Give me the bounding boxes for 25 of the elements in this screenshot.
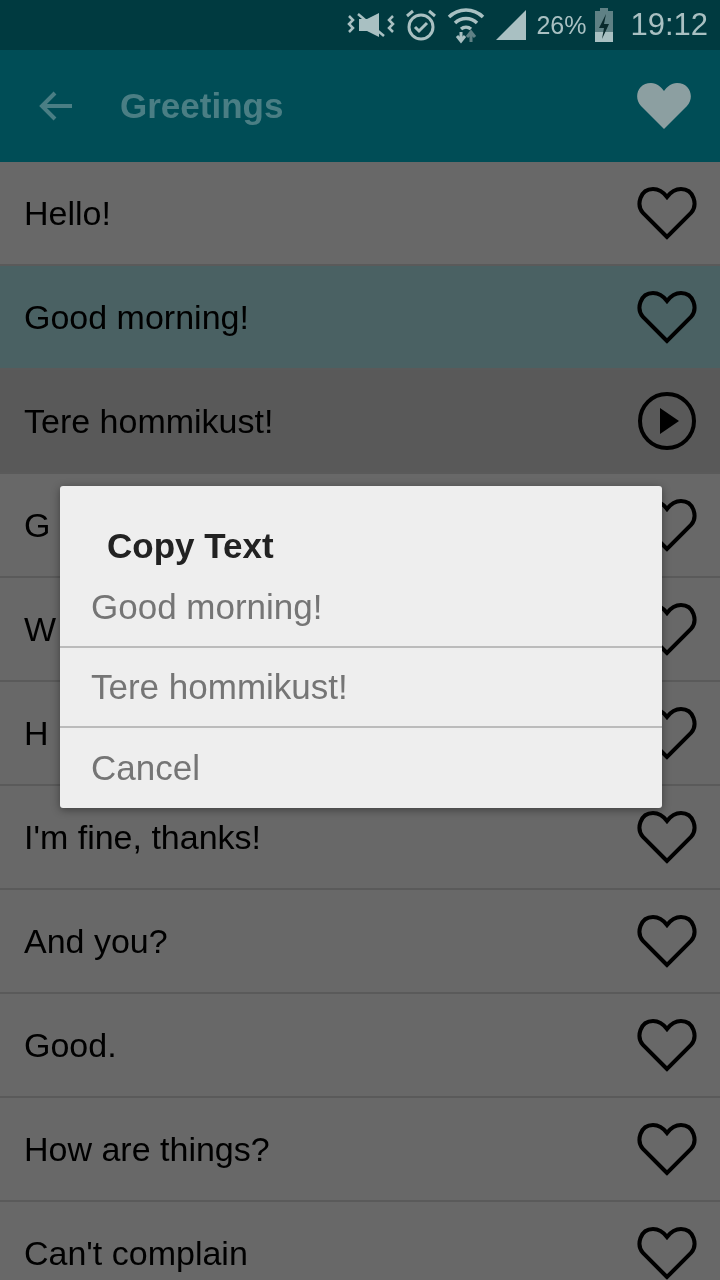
phrase-text: Hello! (24, 193, 111, 233)
play-icon[interactable] (636, 390, 698, 452)
phrase-text: Tere hommikust! (24, 401, 274, 441)
battery-charging-icon (594, 8, 615, 42)
dialog-option[interactable]: Tere hommikust! (60, 648, 662, 728)
phrase-row[interactable]: Tere hommikust! (0, 370, 720, 474)
phrase-text: How are things? (24, 1129, 270, 1169)
phrase-text: Can't complain (24, 1233, 248, 1273)
phrase-text: And you? (24, 921, 168, 961)
phrase-text: H (24, 713, 49, 753)
wifi-icon (446, 6, 487, 44)
clock: 19:12 (630, 7, 708, 43)
dialog-title: Copy Text (106, 525, 275, 567)
dialog-option[interactable]: Good morning! (60, 568, 662, 648)
phrase-text: Good morning! (24, 297, 249, 337)
phrase-text: G (24, 505, 51, 545)
battery-percent: 26% (536, 10, 587, 40)
back-button[interactable] (38, 90, 74, 122)
phrase-row[interactable]: Good morning! (0, 266, 720, 370)
phrase-text: W (24, 609, 57, 649)
signal-icon (494, 8, 529, 42)
phrase-text: I'm fine, thanks! (24, 817, 262, 857)
screen-title: Greetings (120, 86, 285, 126)
alarm-icon (404, 8, 439, 42)
phrase-text: Good. (24, 1025, 117, 1065)
